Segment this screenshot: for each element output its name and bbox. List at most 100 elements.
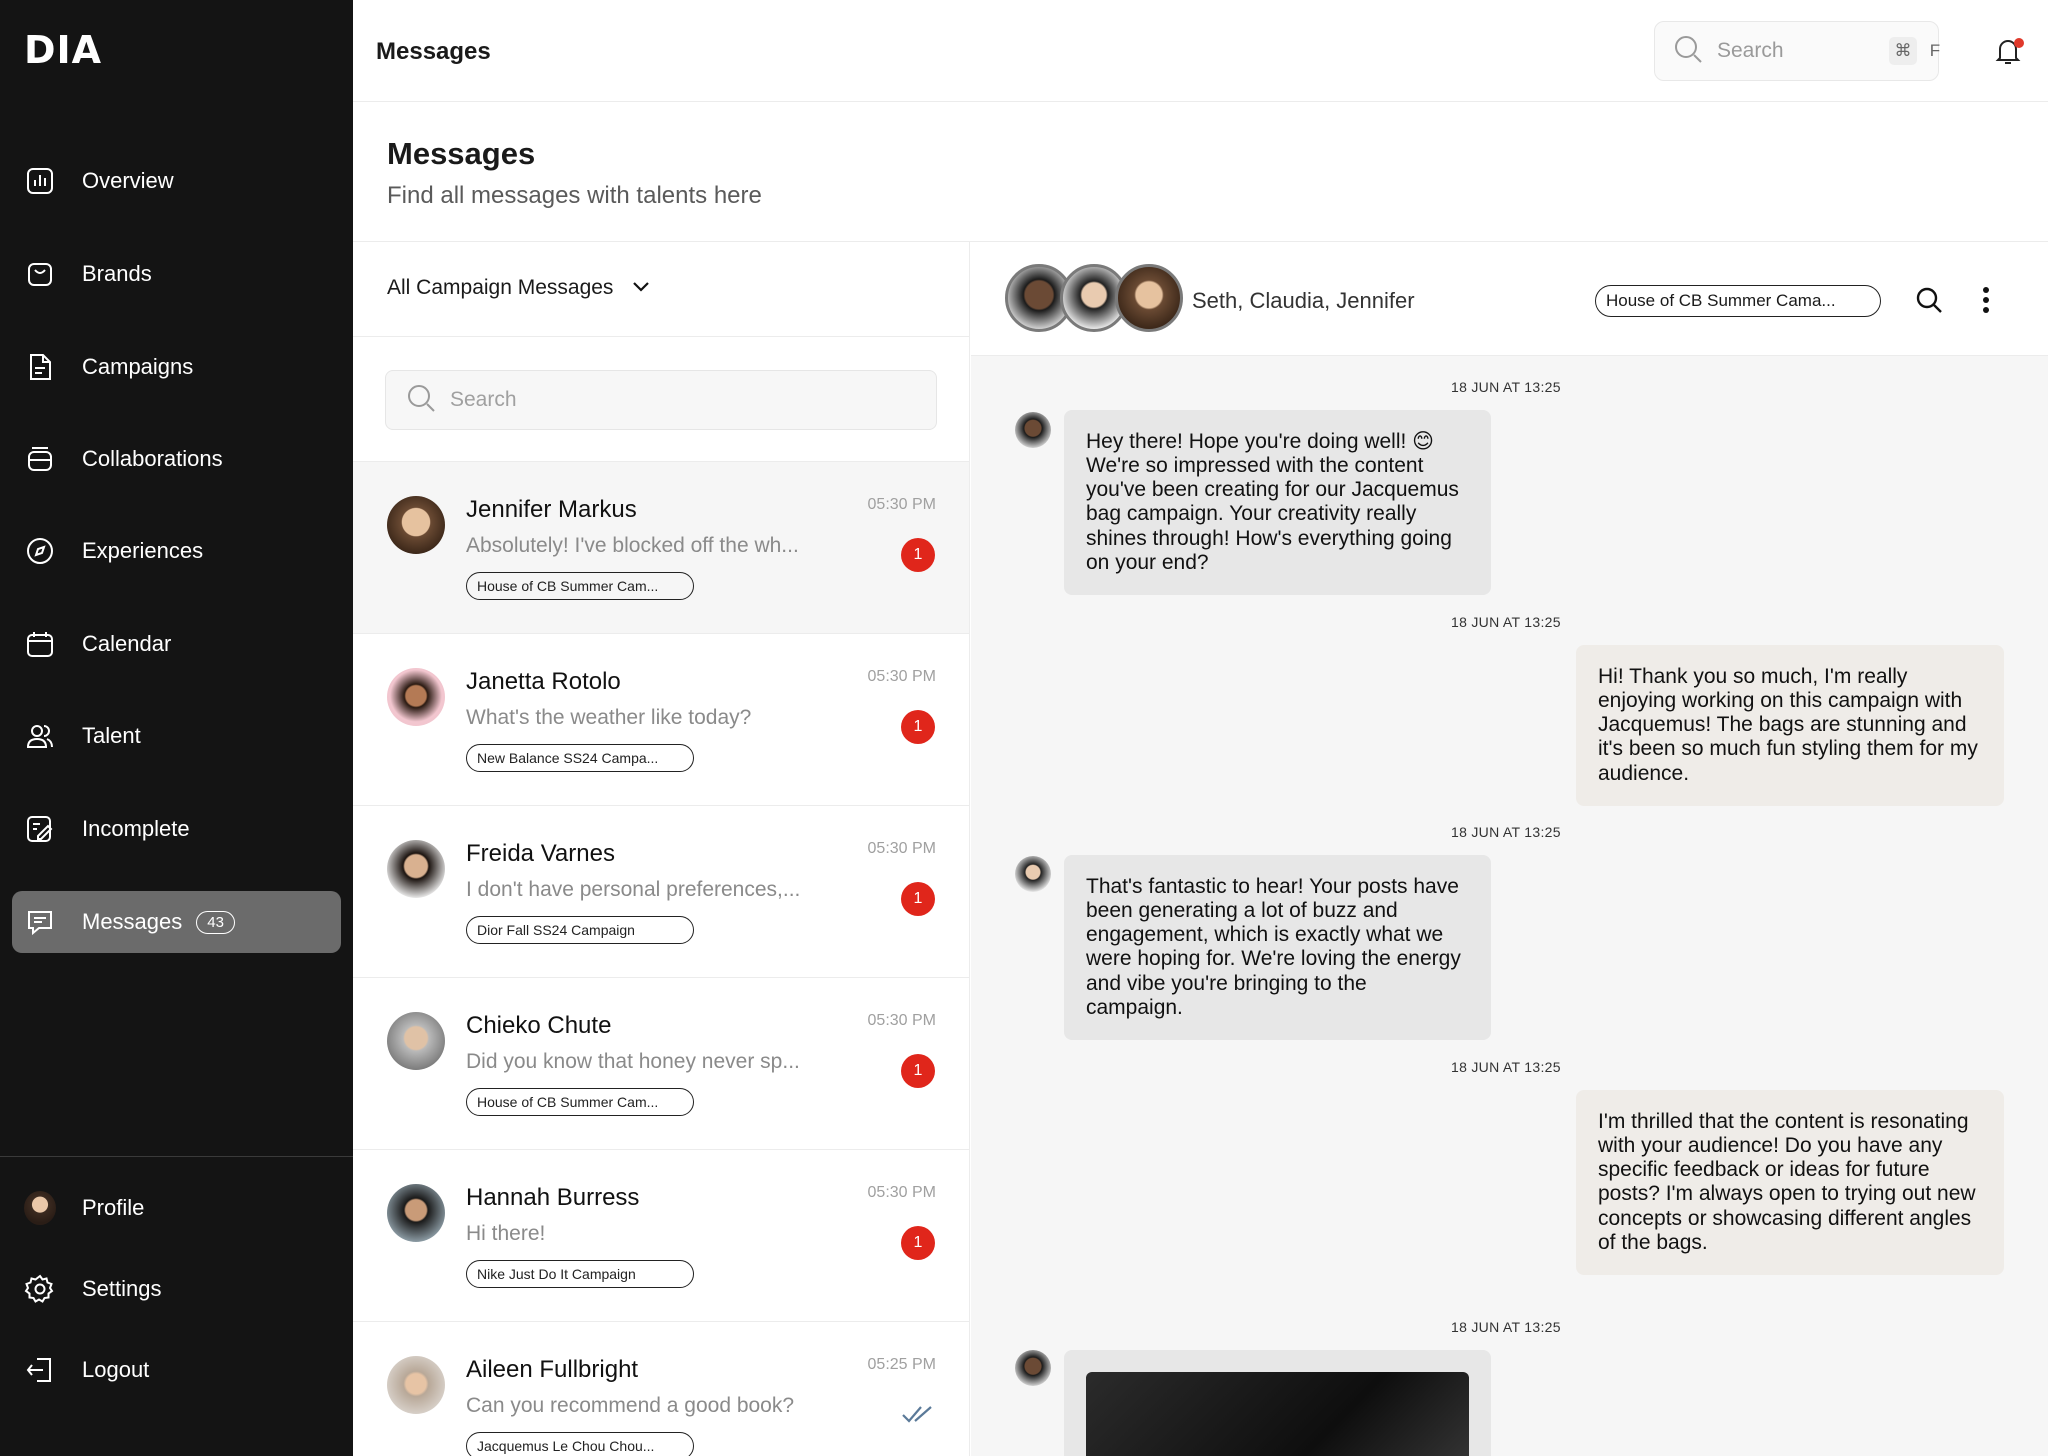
contact-name: Hannah Burress [466, 1184, 640, 1211]
message-timestamp: 18 JUN AT 13:25 [1451, 824, 1561, 840]
contact-name: Janetta Rotolo [466, 668, 621, 695]
global-search-input[interactable]: Search ⌘ F [1654, 21, 1940, 81]
search-placeholder: Search [450, 388, 517, 411]
search-icon[interactable] [1915, 286, 1943, 319]
campaign-tag[interactable]: Dior Fall SS24 Campaign [466, 916, 694, 944]
read-check-icon [901, 1404, 937, 1429]
message-time: 05:30 PM [867, 496, 936, 513]
contact-name: Chieko Chute [466, 1012, 612, 1039]
message-preview: Hi there! [466, 1222, 546, 1245]
campaign-tag[interactable]: House of CB Summer Cam... [466, 1088, 694, 1116]
edit-icon [24, 813, 56, 845]
conversation-item[interactable]: Chieko Chute Did you know that honey nev… [353, 978, 969, 1150]
avatar [387, 1356, 445, 1414]
message-preview: Absolutely! I've blocked off the wh... [466, 534, 799, 557]
message-time: 05:30 PM [867, 840, 936, 857]
participant-avatar [1115, 264, 1183, 332]
campaign-tag[interactable]: House of CB Summer Cam... [466, 572, 694, 600]
divider [353, 336, 969, 337]
sidebar-item-label: Overview [82, 168, 174, 193]
sidebar-item-calendar[interactable]: Calendar [12, 613, 341, 675]
message-time: 05:30 PM [867, 1012, 936, 1029]
notification-dot [2014, 38, 2024, 48]
message-timestamp: 18 JUN AT 13:25 [1451, 1319, 1561, 1335]
sidebar-item-label: Collaborations [82, 446, 223, 471]
campaign-tag[interactable]: Jacquemus Le Chou Chou... [466, 1432, 694, 1456]
unread-badge: 1 [901, 1054, 935, 1088]
messages-count-badge: 43 [196, 910, 235, 934]
avatar [387, 496, 445, 554]
campaign-tag[interactable]: Nike Just Do It Campaign [466, 1260, 694, 1288]
page-subtitle: Find all messages with talents here [387, 182, 762, 209]
sidebar-item-collaborations[interactable]: Collaborations [12, 428, 341, 490]
sidebar-item-experiences[interactable]: Experiences [12, 520, 341, 582]
contact-name: Jennifer Markus [466, 496, 637, 523]
conversation-list-panel: All Campaign Messages Search Jennifer Ma… [353, 242, 970, 1456]
message-time: 05:30 PM [867, 668, 936, 685]
sender-avatar [1015, 412, 1051, 448]
document-icon [24, 351, 56, 383]
campaign-tag[interactable]: New Balance SS24 Campa... [466, 744, 694, 772]
unread-badge: 1 [901, 882, 935, 916]
chat-panel: Seth, Claudia, Jennifer House of CB Summ… [971, 242, 2048, 1456]
avatar [387, 668, 445, 726]
contact-name: Aileen Fullbright [466, 1356, 639, 1383]
contact-name: Freida Varnes [466, 840, 615, 867]
app-logo[interactable]: DIA [24, 28, 102, 72]
chat-campaign-tag[interactable]: House of CB Summer Cama... [1595, 285, 1881, 317]
sidebar-item-label: Profile [82, 1195, 145, 1220]
search-icon [1673, 34, 1703, 69]
search-placeholder: Search [1717, 39, 1784, 62]
message-timestamp: 18 JUN AT 13:25 [1451, 614, 1561, 630]
attached-image[interactable] [1086, 1372, 1469, 1456]
conversation-item[interactable]: Aileen Fullbright Can you recommend a go… [353, 1322, 969, 1456]
unread-badge: 1 [901, 1226, 935, 1260]
chat-icon [24, 906, 56, 938]
campaign-filter-dropdown[interactable]: All Campaign Messages [387, 276, 651, 300]
message-time: 05:25 PM [867, 1356, 936, 1373]
conversation-item[interactable]: Freida Varnes I don't have personal pref… [353, 806, 969, 978]
sidebar-item-campaigns[interactable]: Campaigns [12, 336, 341, 398]
bar-chart-icon [24, 165, 56, 197]
conversation-item[interactable]: Hannah Burress Hi there! 05:30 PM 1 Nike… [353, 1150, 969, 1322]
logout-icon [24, 1354, 56, 1386]
sidebar-item-label: Settings [82, 1276, 162, 1301]
users-icon [24, 720, 56, 752]
message-bubble: That's fantastic to hear! Your posts hav… [1064, 855, 1491, 1040]
chat-header: Seth, Claudia, Jennifer House of CB Summ… [971, 242, 2048, 356]
chat-participants: Seth, Claudia, Jennifer [1192, 288, 1415, 313]
sidebar-item-profile[interactable]: Profile [12, 1177, 341, 1239]
message-preview: I don't have personal preferences,... [466, 878, 801, 901]
message-timestamp: 18 JUN AT 13:25 [1451, 1059, 1561, 1075]
sidebar-item-brands[interactable]: Brands [12, 243, 341, 305]
sidebar-item-overview[interactable]: Overview [12, 150, 341, 212]
sidebar-item-label: Experiences [82, 538, 204, 563]
message-preview: Did you know that honey never sp... [466, 1050, 800, 1073]
sidebar-item-settings[interactable]: Settings [12, 1258, 341, 1320]
page-header: Messages Find all messages with talents … [353, 102, 2048, 242]
conversation-item[interactable]: Janetta Rotolo What's the weather like t… [353, 634, 969, 806]
sidebar-item-label: Calendar [82, 631, 172, 656]
message-bubble: Hey there! Hope you're doing well! 😊 We'… [1064, 410, 1491, 595]
sender-avatar [1015, 1350, 1051, 1386]
conversation-search-input[interactable]: Search [385, 370, 937, 430]
avatar [387, 1012, 445, 1070]
profile-avatar [24, 1191, 56, 1225]
unread-badge: 1 [901, 538, 935, 572]
sidebar-divider [0, 1156, 353, 1157]
gear-icon [24, 1273, 56, 1305]
sender-avatar [1015, 856, 1051, 892]
more-vertical-icon[interactable] [1981, 285, 1991, 320]
sidebar-item-incomplete[interactable]: Incomplete [12, 798, 341, 860]
sidebar-item-talent[interactable]: Talent [12, 705, 341, 767]
image-message-bubble[interactable] [1064, 1350, 1491, 1456]
stack-icon [24, 443, 56, 475]
conversation-item[interactable]: Jennifer Markus Absolutely! I've blocked… [353, 462, 969, 634]
sidebar-item-messages[interactable]: Messages 43 [12, 891, 341, 953]
topbar-title: Messages [376, 38, 491, 65]
avatar [387, 840, 445, 898]
sidebar-item-label: Logout [82, 1357, 150, 1382]
message-preview: Can you recommend a good book? [466, 1394, 795, 1417]
sidebar-item-logout[interactable]: Logout [12, 1339, 341, 1401]
sidebar-item-label: Incomplete [82, 816, 190, 841]
